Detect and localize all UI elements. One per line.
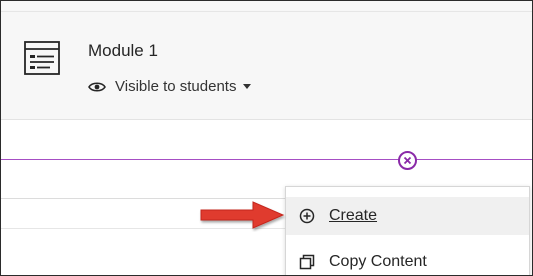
visibility-dropdown[interactable]: Visible to students [88, 78, 252, 95]
menu-item-label: Copy Content [329, 253, 427, 270]
add-content-divider [1, 159, 532, 160]
copy-icon [299, 254, 315, 270]
screenshot-frame: Module 1 Visible to students Create Copy… [0, 0, 533, 276]
plus-circle-icon [299, 208, 315, 224]
arrow-icon [200, 201, 285, 229]
menu-item-create[interactable]: Create [286, 197, 529, 235]
card-top-divider [1, 11, 532, 12]
close-icon [403, 156, 412, 165]
chevron-down-icon [243, 84, 252, 89]
module-card[interactable]: Module 1 Visible to students [1, 1, 532, 120]
add-content-menu: Create Copy Content [285, 186, 530, 275]
menu-item-label: Create [329, 207, 378, 224]
visibility-label: Visible to students [115, 78, 237, 95]
module-icon [24, 41, 60, 75]
menu-item-copy-content[interactable]: Copy Content [286, 243, 529, 275]
close-menu-button[interactable] [398, 151, 417, 170]
eye-icon [88, 81, 106, 92]
module-title[interactable]: Module 1 [88, 41, 158, 61]
